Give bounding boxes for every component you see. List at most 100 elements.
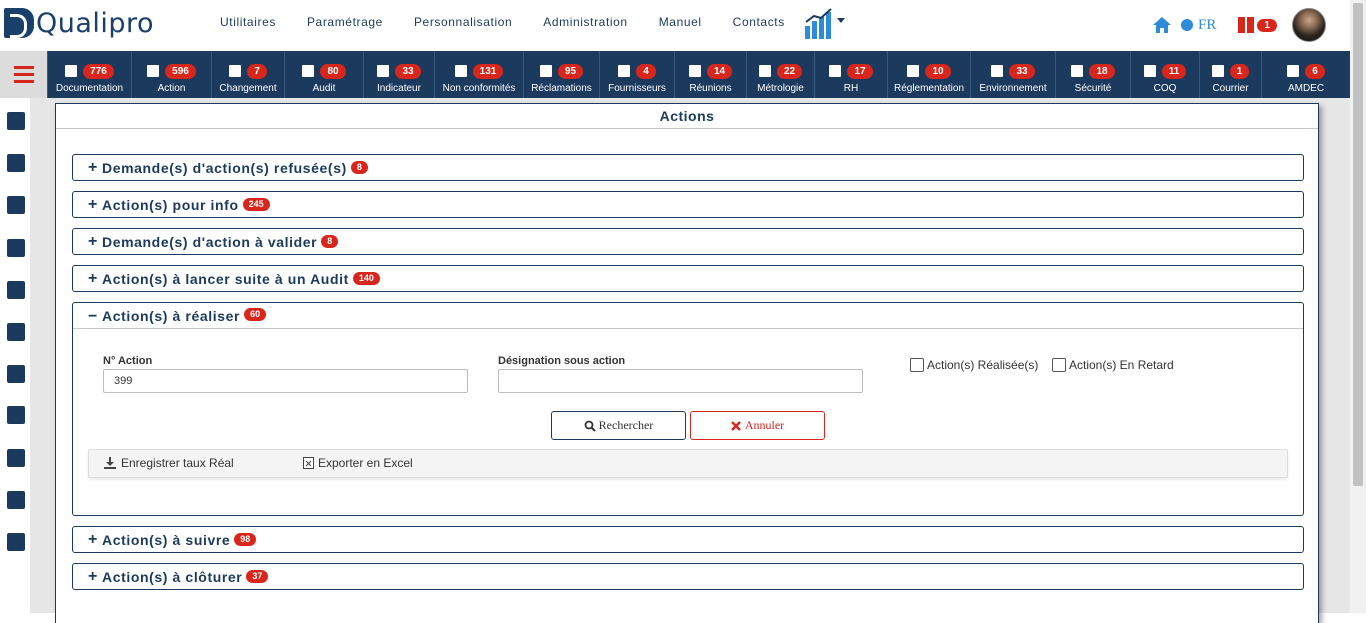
module-count: 776 [83,63,114,79]
gear-icon[interactable] [7,239,25,257]
save-rate-label: Enregistrer taux Réal [121,456,234,470]
module-reglementation[interactable]: 10 Réglementation [887,51,970,98]
module-metrologie[interactable]: 22 Métrologie [746,51,814,98]
module-action[interactable]: 596 Action [131,51,211,98]
module-environnement[interactable]: 33 Environnement [970,51,1055,98]
designation-input[interactable] [498,369,863,393]
gift-icon[interactable] [1238,17,1255,33]
nav-parametrage[interactable]: Paramétrage [307,15,383,29]
accordion-pour-info[interactable]: + Action(s) pour info 245 [72,191,1304,218]
count-badge: 245 [242,198,270,211]
nav-utilitaires[interactable]: Utilitaires [220,15,276,29]
accordion-a-cloturer[interactable]: + Action(s) à clôturer 37 [72,563,1304,590]
module-reunions[interactable]: 14 Réunions [674,51,746,98]
module-count: 596 [165,63,196,79]
accordion-title: Action(s) à suivre [102,531,231,548]
module-documentation[interactable]: 776 Documentation [47,51,131,98]
download-icon [104,457,116,469]
module-audit[interactable]: 80 Audit [284,51,363,98]
accordion-refusees[interactable]: + Demande(s) d'action(s) refusée(s) 8 [72,154,1304,181]
truck-icon[interactable] [7,406,25,424]
accordion-title[interactable]: Action(s) à réaliser [102,308,240,324]
module-count: 10 [925,63,951,79]
globe-icon[interactable] [7,449,25,467]
save-rate-button[interactable]: Enregistrer taux Réal [104,456,234,470]
expand-icon: + [88,530,98,548]
nav-personnalisation[interactable]: Personnalisation [414,15,512,29]
server-icon[interactable] [7,154,25,172]
user-avatar[interactable] [1291,8,1326,42]
collapse-icon[interactable]: − [88,308,102,326]
checkbox-label: Action(s) Réalisée(s) [927,358,1039,372]
grid-toolbar: Enregistrer taux Réal Exporter en Excel [88,449,1288,478]
language-selector[interactable]: FR [1181,17,1216,34]
module-coq[interactable]: 11 COQ [1130,51,1199,98]
accordion-a-suivre[interactable]: + Action(s) à suivre 98 [72,526,1304,553]
hamburger-menu-icon[interactable] [0,51,47,98]
server-icon[interactable] [7,196,25,214]
accordion-title: Action(s) pour info [102,196,239,213]
module-fournisseurs[interactable]: 4 Fournisseurs [599,51,674,98]
tree-icon [991,65,1004,77]
accordion-title: Demande(s) d'action à valider [102,233,318,250]
globe-icon [688,65,701,77]
accordion-a-valider[interactable]: + Demande(s) d'action à valider 8 [72,228,1304,255]
module-courrier[interactable]: 1 Courrier [1199,51,1261,98]
check-square-icon [302,65,315,77]
search-icon [584,420,596,432]
document-icon[interactable] [7,112,25,130]
module-label: RH [843,83,859,94]
check-square-icon[interactable] [7,281,25,299]
module-amdec[interactable]: 6 AMDEC [1261,51,1350,98]
module-count: 33 [395,63,421,79]
module-count: 80 [320,63,346,79]
module-label: Courrier [1212,83,1249,94]
medkit-icon[interactable] [7,533,25,551]
comment-icon [539,65,552,77]
checkbox-box[interactable] [1052,358,1066,372]
panel-title: Actions [56,104,1318,129]
actions-panel: Actions + Demande(s) d'action(s) refusée(… [55,103,1319,623]
num-action-input[interactable] [103,369,468,393]
realisees-checkbox[interactable]: Action(s) Réalisée(s) [910,358,1038,372]
accordion-audit[interactable]: + Action(s) à lancer suite à un Audit 140 [72,265,1304,292]
balance-icon [907,65,920,77]
notification-badge[interactable]: 1 [1257,18,1277,32]
thumbs-down-icon[interactable] [7,323,25,341]
page-scrollbar[interactable] [1350,0,1366,613]
close-icon [730,420,741,431]
module-changement[interactable]: 7 Changement [211,51,284,98]
cancel-button[interactable]: Annuler [690,411,825,440]
nav-contacts[interactable]: Contacts [733,15,785,29]
search-button[interactable]: Rechercher [551,411,686,440]
module-rh[interactable]: 17 RH [814,51,887,98]
nav-manuel[interactable]: Manuel [659,15,702,29]
module-count: 11 [1161,63,1187,79]
top-nav: Utilitaires Paramétrage Personnalisation… [220,15,816,29]
module-label: Réclamations [531,83,592,94]
cancel-button-label: Annuler [744,418,785,432]
module-label: Métrologie [757,83,804,94]
nav-administration[interactable]: Administration [543,15,627,29]
thumbs-down-icon [454,65,467,77]
module-reclamations[interactable]: 95 Réclamations [523,51,599,98]
dashboard-chart-icon[interactable] [804,8,846,40]
wrench-icon [1287,65,1300,77]
module-label: Documentation [55,83,124,94]
count-badge: 140 [352,272,380,285]
module-securite[interactable]: 18 Sécurité [1055,51,1130,98]
checkbox-box[interactable] [910,358,924,372]
module-non-conformites[interactable]: 131 Non conformités [434,51,523,98]
expand-icon: + [88,269,98,287]
module-indicateur[interactable]: 33 Indicateur [363,51,434,98]
module-bar: 776 Documentation 596 Action 7 Changement 8… [0,51,1350,98]
export-excel-button[interactable]: Exporter en Excel [303,456,413,470]
home-icon[interactable] [1153,17,1171,33]
user-icon[interactable] [7,491,25,509]
qualipro-logo[interactable]: Qualipro [4,6,154,40]
comment-icon[interactable] [7,365,25,383]
retard-checkbox[interactable]: Action(s) En Retard [1052,358,1174,372]
module-label: Environnement [979,83,1047,94]
language-label: FR [1198,16,1217,33]
scrollbar-thumb[interactable] [1353,3,1363,486]
